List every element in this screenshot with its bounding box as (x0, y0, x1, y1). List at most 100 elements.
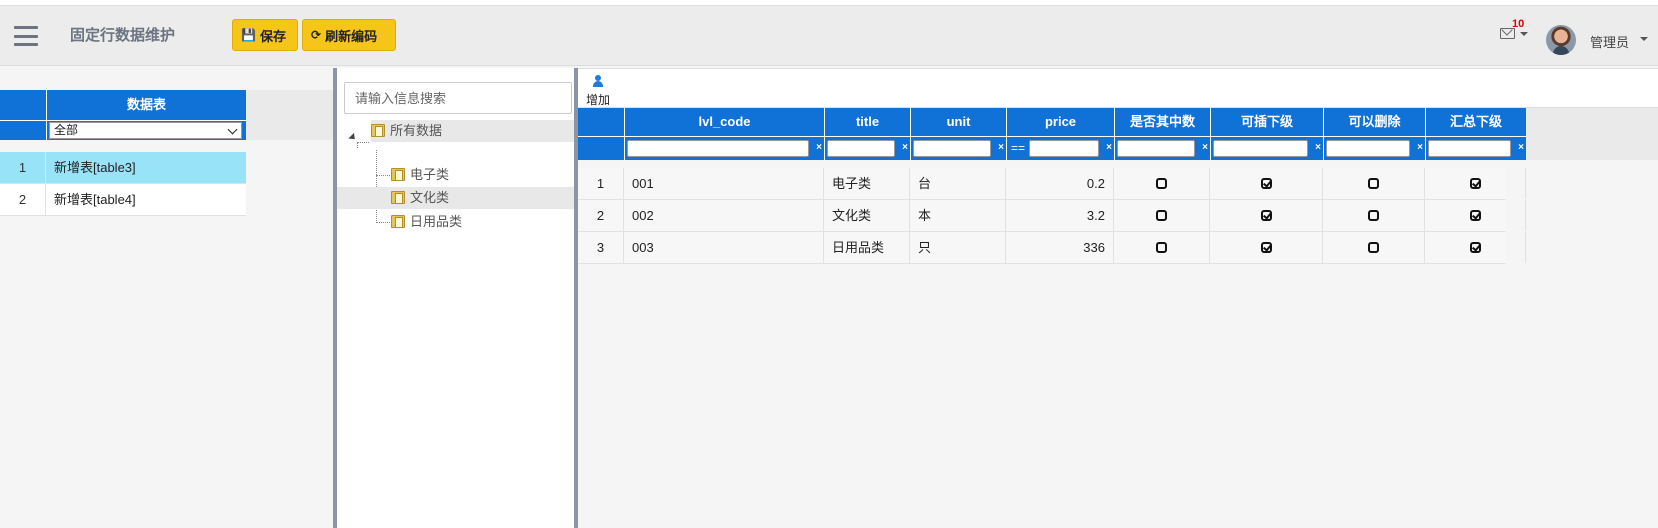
unit-cell[interactable]: 只 (910, 232, 1006, 263)
filter-cell: × (1425, 136, 1526, 160)
row-number: 3 (578, 232, 624, 263)
column-header-can-insert[interactable]: 可插下级 (1210, 108, 1323, 136)
checkbox-checked[interactable] (1260, 210, 1272, 221)
tree-connector (376, 175, 390, 176)
folder-icon (391, 168, 405, 181)
clear-icon[interactable]: × (998, 140, 1004, 156)
clear-icon[interactable]: × (1417, 140, 1423, 156)
checkbox-unchecked[interactable] (1368, 242, 1379, 253)
user-chevron-down-icon[interactable] (1640, 37, 1648, 41)
column-header-unit[interactable]: unit (910, 108, 1006, 136)
table-row[interactable]: 1 001 电子类 台 0.2 (578, 168, 1526, 200)
price-cell[interactable]: 0.2 (1006, 168, 1114, 199)
column-header-title[interactable]: title (824, 108, 910, 136)
tree-connector (376, 222, 390, 223)
add-row-button[interactable]: 增加 (582, 73, 614, 107)
filter-cell: × (1323, 136, 1425, 160)
data-table-panel: 数据表 全部 1 新增表[table3] 2 新增表[table4] (0, 68, 333, 528)
collapse-arrow-icon[interactable] (348, 132, 358, 143)
fixed-row-grid-panel: 增加 lvl_code title unit price 是否其中数 可插下级 … (578, 68, 1658, 528)
filter-cell: × (1114, 136, 1210, 160)
table-row[interactable]: 2 新增表[table4] (0, 184, 246, 216)
mail-count-badge: 10 (1512, 18, 1525, 30)
column-header-price[interactable]: price (1006, 108, 1114, 136)
can-insert-filter-input[interactable] (1213, 140, 1308, 157)
price-cell[interactable]: 336 (1006, 232, 1114, 263)
refresh-code-button[interactable]: ⟳ 刷新编码 (302, 19, 396, 51)
folder-icon (391, 215, 405, 228)
lvl-code-filter-input[interactable] (627, 140, 809, 157)
sum-sub-cell (1425, 168, 1526, 199)
table-row[interactable]: 1 新增表[table3] (0, 152, 246, 184)
page-title: 固定行数据维护 (70, 27, 176, 44)
is-part-cell (1114, 168, 1210, 199)
clear-icon[interactable]: × (1315, 140, 1321, 156)
row-number: 2 (578, 200, 624, 231)
select-value: 全部 (54, 123, 79, 137)
lvl-code-cell[interactable]: 003 (624, 232, 824, 263)
is-part-filter-input[interactable] (1117, 140, 1195, 157)
can-delete-cell (1323, 200, 1425, 231)
unit-filter-input[interactable] (913, 140, 991, 157)
filter-cell: × (1210, 136, 1323, 160)
clear-icon[interactable]: × (1518, 140, 1524, 156)
can-delete-cell (1323, 168, 1425, 199)
row-number: 1 (0, 152, 46, 183)
checkbox-checked[interactable] (1469, 210, 1481, 221)
checkbox-unchecked[interactable] (1156, 210, 1167, 221)
lvl-code-cell[interactable]: 002 (624, 200, 824, 231)
table-row[interactable]: 3 003 日用品类 只 336 (578, 232, 1526, 264)
column-header-sum-sub[interactable]: 汇总下级 (1425, 108, 1526, 136)
table-row[interactable]: 2 002 文化类 本 3.2 (578, 200, 1526, 232)
floppy-icon: 💾 (241, 28, 256, 42)
unit-cell[interactable]: 台 (910, 168, 1006, 199)
save-button[interactable]: 💾 保存 (232, 19, 298, 51)
clear-icon[interactable]: × (816, 140, 822, 156)
clear-icon[interactable]: × (1106, 140, 1112, 156)
tree-node-electronics[interactable]: 电子类 (391, 164, 574, 186)
checkbox-checked[interactable] (1260, 178, 1272, 189)
checkbox-unchecked[interactable] (1368, 210, 1379, 221)
filter-cell: × (624, 136, 824, 160)
price-cell[interactable]: 3.2 (1006, 200, 1114, 231)
title-cell[interactable]: 日用品类 (824, 232, 910, 263)
checkbox-checked[interactable] (1469, 242, 1481, 253)
tree-node-daily-goods[interactable]: 日用品类 (391, 211, 574, 233)
checkbox-checked[interactable] (1260, 242, 1272, 253)
tree-node-root[interactable]: 所有数据 (371, 120, 574, 142)
menu-icon[interactable] (14, 26, 38, 46)
lvl-code-cell[interactable]: 001 (624, 168, 824, 199)
column-header-is-part[interactable]: 是否其中数 (1114, 108, 1210, 136)
checkbox-unchecked[interactable] (1156, 242, 1167, 253)
title-filter-input[interactable] (827, 140, 895, 157)
equals-operator[interactable]: == (1011, 140, 1025, 156)
checkbox-unchecked[interactable] (1156, 178, 1167, 189)
row-number-header (578, 108, 624, 136)
checkbox-checked[interactable] (1469, 178, 1481, 189)
column-header-can-delete[interactable]: 可以删除 (1323, 108, 1425, 136)
row-number: 2 (0, 184, 46, 215)
title-cell[interactable]: 文化类 (824, 200, 910, 231)
table-filter-select[interactable]: 全部 (49, 122, 242, 139)
filter-row-spacer (578, 136, 624, 160)
user-icon (592, 75, 604, 87)
can-insert-cell (1210, 200, 1323, 231)
price-filter-input[interactable] (1029, 140, 1099, 157)
tree-node-culture[interactable]: 文化类 (337, 187, 574, 209)
chevron-down-icon (1520, 32, 1528, 36)
sum-sub-cell (1425, 232, 1526, 263)
avatar[interactable] (1546, 25, 1576, 55)
clear-icon[interactable]: × (1202, 140, 1208, 156)
search-input[interactable] (344, 82, 572, 114)
clear-icon[interactable]: × (902, 140, 908, 156)
column-header-data-table[interactable]: 数据表 (46, 90, 246, 120)
checkbox-unchecked[interactable] (1368, 178, 1379, 189)
is-part-cell (1114, 200, 1210, 231)
column-header-lvl-code[interactable]: lvl_code (624, 108, 824, 136)
sum-sub-filter-input[interactable] (1428, 140, 1511, 157)
username[interactable]: 管理员 (1590, 32, 1629, 51)
can-delete-filter-input[interactable] (1326, 140, 1410, 157)
title-cell[interactable]: 电子类 (824, 168, 910, 199)
is-part-cell (1114, 232, 1210, 263)
unit-cell[interactable]: 本 (910, 200, 1006, 231)
